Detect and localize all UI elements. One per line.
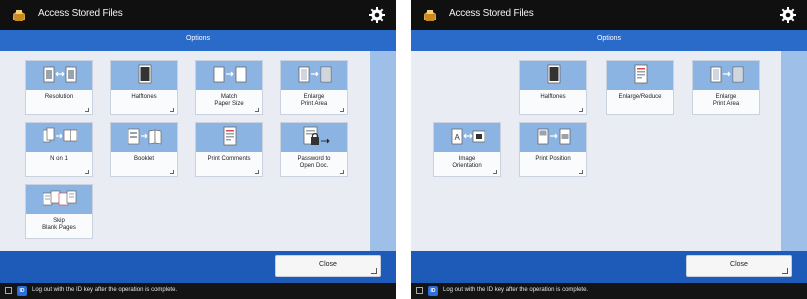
corner-indicator-icon xyxy=(782,268,788,274)
print-comments-icon xyxy=(196,123,262,152)
tile-password-to-open-doc[interactable]: Password to Open Doc. xyxy=(280,122,348,177)
more-corner-icon xyxy=(85,170,89,174)
svg-text:A: A xyxy=(455,133,461,142)
app-title: Access Stored Files xyxy=(38,8,123,19)
tile-label: Print Position xyxy=(535,156,571,162)
close-label: Close xyxy=(319,261,337,268)
tile-image-orientation[interactable]: A Image Orientation xyxy=(433,122,501,177)
skip-blank-pages-icon xyxy=(26,185,92,214)
tile-label: Match Paper Size xyxy=(214,94,244,107)
print-position-icon xyxy=(520,123,586,152)
tile-label: Booklet xyxy=(133,156,154,162)
tile-enlarge-reduce[interactable]: Enlarge/Reduce xyxy=(606,60,674,115)
right-screen: Access Stored Files Options Halftones En… xyxy=(411,0,807,299)
options-header: Options xyxy=(411,30,807,51)
more-corner-icon xyxy=(170,170,174,174)
enlarge-reduce-icon xyxy=(607,61,673,90)
more-corner-icon xyxy=(170,108,174,112)
tile-resolution[interactable]: Resolution xyxy=(25,60,93,115)
more-corner-icon xyxy=(579,108,583,112)
options-title: Options xyxy=(596,35,622,42)
more-corner-icon xyxy=(340,108,344,112)
bottom-bar: Close xyxy=(0,251,396,283)
tile-label: Enlarge Print Area xyxy=(712,94,740,107)
id-key-icon: ID xyxy=(428,286,438,296)
id-key-icon: ID xyxy=(17,286,27,296)
more-corner-icon xyxy=(579,170,583,174)
tile-skip-blank-pages[interactable]: Skip Blank Pages xyxy=(25,184,93,239)
more-corner-icon xyxy=(340,170,344,174)
status-message: Log out with the ID key after the operat… xyxy=(443,287,589,293)
more-corner-icon xyxy=(255,170,259,174)
tile-label: Image Orientation xyxy=(452,156,482,169)
corner-indicator-icon xyxy=(371,268,377,274)
scroll-area xyxy=(781,51,807,251)
close-label: Close xyxy=(730,261,748,268)
tile-halftones[interactable]: Halftones xyxy=(110,60,178,115)
tile-match-paper-size[interactable]: Match Paper Size xyxy=(195,60,263,115)
scroll-area xyxy=(370,51,396,251)
tile-label: Password to Open Doc. xyxy=(297,156,331,169)
status-bar: ID Log out with the ID key after the ope… xyxy=(0,283,396,299)
tile-label: Enlarge Print Area xyxy=(300,94,328,107)
tile-label: Skip Blank Pages xyxy=(42,218,76,231)
tile-label: Resolution xyxy=(44,94,74,100)
n-on-1-icon xyxy=(26,123,92,152)
tile-enlarge-print-area[interactable]: Enlarge Print Area xyxy=(280,60,348,115)
tile-enlarge-print-area[interactable]: Enlarge Print Area xyxy=(692,60,760,115)
close-button[interactable]: Close xyxy=(686,255,792,277)
more-corner-icon xyxy=(85,108,89,112)
tile-label: N on 1 xyxy=(50,156,68,162)
printer-status-icon xyxy=(5,287,12,294)
tile-print-position[interactable]: Print Position xyxy=(519,122,587,177)
tile-label: Enlarge/Reduce xyxy=(618,94,662,100)
password-lock-icon xyxy=(281,123,347,152)
tile-n-on-1[interactable]: N on 1 xyxy=(25,122,93,177)
halftones-icon xyxy=(520,61,586,90)
more-corner-icon xyxy=(493,170,497,174)
booklet-icon xyxy=(111,123,177,152)
tile-print-comments[interactable]: Print Comments xyxy=(195,122,263,177)
title-bar: Access Stored Files xyxy=(0,0,396,30)
close-button[interactable]: Close xyxy=(275,255,381,277)
tile-booklet[interactable]: Booklet xyxy=(110,122,178,177)
image-orientation-icon: A xyxy=(434,123,500,152)
gear-icon[interactable] xyxy=(368,6,386,24)
options-title: Options xyxy=(185,35,211,42)
stored-files-icon xyxy=(424,10,436,21)
left-screen: Access Stored Files Options Resolution H… xyxy=(0,0,396,299)
status-bar: ID Log out with the ID key after the ope… xyxy=(411,283,807,299)
halftones-icon xyxy=(111,61,177,90)
app-title: Access Stored Files xyxy=(449,8,534,19)
enlarge-print-area-icon xyxy=(693,61,759,90)
tile-label: Print Comments xyxy=(207,156,251,162)
title-bar: Access Stored Files xyxy=(411,0,807,30)
stored-files-icon xyxy=(13,10,25,21)
enlarge-print-area-icon xyxy=(281,61,347,90)
tile-label: Halftones xyxy=(540,94,566,100)
match-paper-size-icon xyxy=(196,61,262,90)
printer-status-icon xyxy=(416,287,423,294)
bottom-bar: Close xyxy=(411,251,807,283)
tile-halftones[interactable]: Halftones xyxy=(519,60,587,115)
more-corner-icon xyxy=(255,108,259,112)
status-message: Log out with the ID key after the operat… xyxy=(32,287,178,293)
tile-label: Halftones xyxy=(131,94,157,100)
gear-icon[interactable] xyxy=(779,6,797,24)
options-header: Options xyxy=(0,30,396,51)
resolution-icon xyxy=(26,61,92,90)
